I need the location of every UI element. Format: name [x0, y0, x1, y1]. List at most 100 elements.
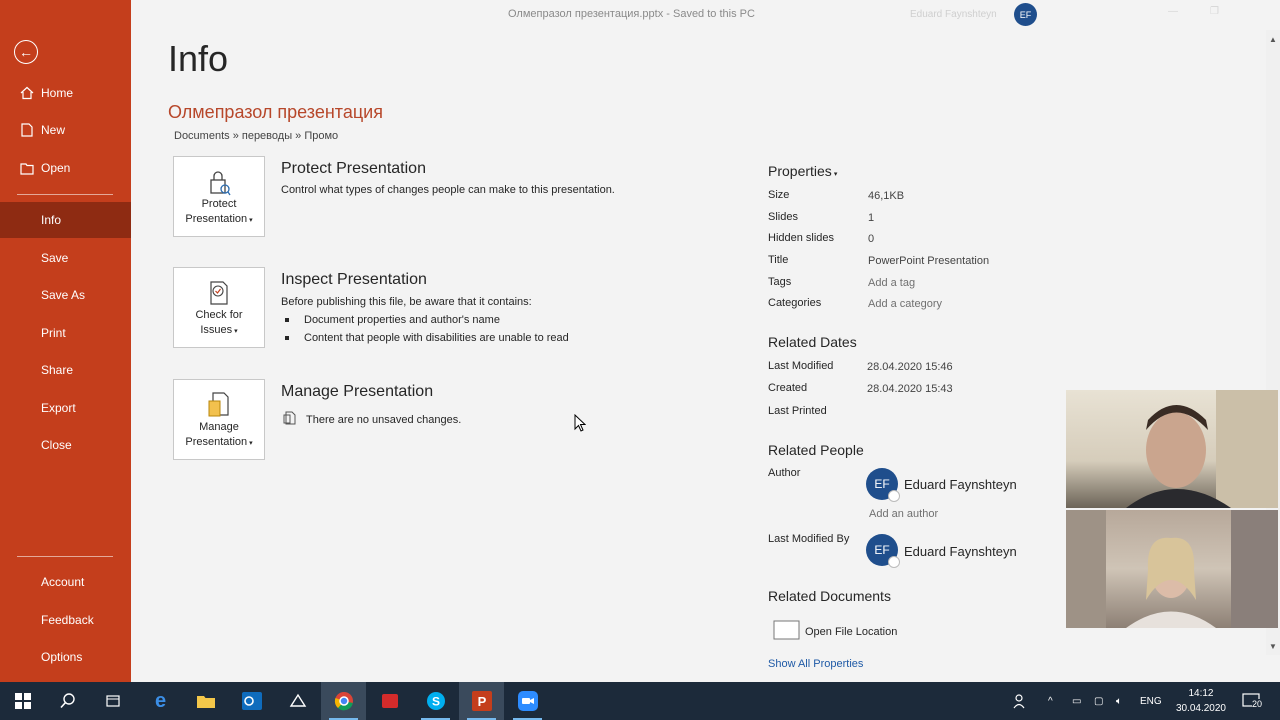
tile-label: Check for [195, 309, 243, 321]
section-title: Protect Presentation [281, 160, 426, 177]
participant-video [1126, 390, 1278, 508]
list-item-text: Content that people with disabilities ar… [304, 332, 569, 344]
sidebar-item-label: Home [41, 86, 74, 100]
avatar[interactable]: EF [866, 534, 900, 568]
clock[interactable]: 14:12 30.04.2020 [1176, 686, 1226, 716]
app-red-icon[interactable] [367, 682, 412, 720]
tile-label: Protect [201, 198, 237, 210]
property-label: Last Modified [768, 360, 834, 372]
open-file-location-button[interactable]: Open File Location [773, 620, 897, 643]
avatar[interactable]: EF [866, 468, 900, 502]
scroll-up-icon[interactable]: ▲ [1269, 35, 1277, 44]
sidebar-item-share[interactable]: Share [0, 352, 131, 388]
powerpoint-icon[interactable]: P [459, 682, 504, 720]
chevron-down-icon: ▾ [833, 171, 838, 178]
tags-field[interactable]: Add a tag [868, 277, 915, 289]
properties-heading-label: Properties [768, 163, 832, 179]
account-user-name[interactable]: Eduard Faynshteyn [910, 9, 997, 20]
outlook-icon[interactable] [229, 682, 274, 720]
back-arrow-icon[interactable]: ← [14, 40, 38, 64]
document-title: Олмепразол презентация [168, 102, 383, 122]
home-icon [19, 85, 35, 101]
divider [17, 556, 113, 557]
sidebar-item-label: Save As [41, 288, 86, 302]
folder-open-icon [19, 160, 35, 176]
properties-heading[interactable]: Properties ▾ [768, 163, 837, 179]
sidebar-item-label: Info [41, 213, 62, 227]
clock-time: 14:12 [1188, 688, 1214, 699]
scroll-down-icon[interactable]: ▼ [1269, 642, 1277, 651]
tile-label: Manage [199, 421, 239, 433]
file-explorer-icon[interactable] [183, 682, 228, 720]
battery-icon[interactable]: ▭ [1072, 682, 1081, 720]
language-indicator[interactable]: ENG [1140, 682, 1162, 720]
window-title: Олмепразол презентация.pptx - Saved to t… [508, 8, 755, 20]
svg-text:S: S [431, 695, 439, 709]
sidebar-item-save[interactable]: Save [0, 240, 131, 276]
lock-icon [207, 167, 231, 197]
protect-presentation-button[interactable]: Protect Presentation ▾ [173, 156, 265, 237]
property-value: 1 [868, 212, 875, 224]
sidebar-item-home[interactable]: Home [0, 75, 131, 111]
sidebar-item-account[interactable]: Account [0, 564, 131, 600]
open-file-location-label: Open File Location [805, 625, 898, 638]
windows-start-icon[interactable] [0, 682, 45, 720]
search-icon[interactable] [45, 682, 90, 720]
sidebar-item-open[interactable]: Open [0, 150, 131, 186]
sidebar-item-label: Open [41, 161, 71, 175]
zoom-icon[interactable] [505, 682, 550, 720]
manage-presentation-button[interactable]: Manage Presentation ▾ [173, 379, 265, 460]
related-documents-heading: Related Documents [768, 588, 891, 604]
tile-label: Issues [200, 324, 233, 336]
video-tile [1066, 390, 1278, 508]
author-name[interactable]: Eduard Faynshteyn [904, 477, 1017, 492]
restore-icon[interactable]: ❐ [1210, 6, 1219, 17]
skype-icon[interactable]: S [413, 682, 458, 720]
tile-label: Presentation [185, 436, 248, 448]
sidebar-item-label: Share [41, 363, 74, 377]
section-description: Control what types of changes people can… [281, 184, 615, 196]
section-description: Before publishing this file, be aware th… [281, 296, 532, 308]
task-view-icon[interactable] [90, 682, 135, 720]
last-modified-by-name[interactable]: Eduard Faynshteyn [904, 544, 1017, 559]
edge-icon[interactable]: e [138, 682, 183, 720]
people-icon[interactable] [1012, 682, 1030, 720]
sidebar-item-close[interactable]: Close [0, 427, 131, 463]
property-value: 28.04.2020 15:46 [867, 361, 953, 373]
chevron-up-icon[interactable]: ^ [1048, 682, 1053, 720]
sidebar-item-label: Account [41, 575, 85, 589]
clock-date: 30.04.2020 [1175, 703, 1226, 714]
sidebar-item-label: Export [41, 401, 76, 415]
property-label: Last Printed [768, 405, 827, 417]
sidebar-item-options[interactable]: Options [0, 639, 131, 675]
minimize-icon[interactable]: — [1168, 6, 1178, 17]
list-item: Document properties and author's name [285, 314, 500, 326]
divider [17, 194, 113, 195]
app-icon[interactable] [275, 682, 320, 720]
notifications-icon[interactable]: 20 [1242, 682, 1264, 720]
sidebar-item-print[interactable]: Print [0, 315, 131, 351]
property-label: Slides [768, 211, 798, 223]
sidebar-item-save-as[interactable]: Save As [0, 277, 131, 313]
breadcrumb[interactable]: Documents » переводы » Промо [174, 130, 338, 142]
check-for-issues-button[interactable]: Check for Issues ▾ [173, 267, 265, 348]
sidebar-item-info[interactable]: Info [0, 202, 131, 238]
sidebar-item-label: Save [41, 251, 69, 265]
chevron-down-icon: ▾ [249, 217, 253, 224]
chrome-icon[interactable] [321, 682, 366, 720]
categories-field[interactable]: Add a category [868, 298, 942, 310]
sidebar-item-export[interactable]: Export [0, 390, 131, 426]
title-field[interactable]: PowerPoint Presentation [868, 255, 989, 267]
sidebar-item-feedback[interactable]: Feedback [0, 602, 131, 638]
volume-icon[interactable]: 🔈︎ [1116, 682, 1122, 720]
folder-icon [773, 620, 800, 643]
network-icon[interactable]: ▢ [1094, 682, 1103, 720]
property-label: Last Modified By [768, 533, 850, 545]
avatar[interactable]: EF [1014, 3, 1037, 26]
property-label: Hidden slides [768, 232, 835, 244]
show-all-properties-link[interactable]: Show All Properties [768, 658, 863, 670]
sidebar-item-new[interactable]: New [0, 112, 131, 148]
inspect-document-icon [207, 278, 231, 308]
document-icon [283, 411, 296, 428]
add-author-link[interactable]: Add an author [869, 508, 938, 520]
